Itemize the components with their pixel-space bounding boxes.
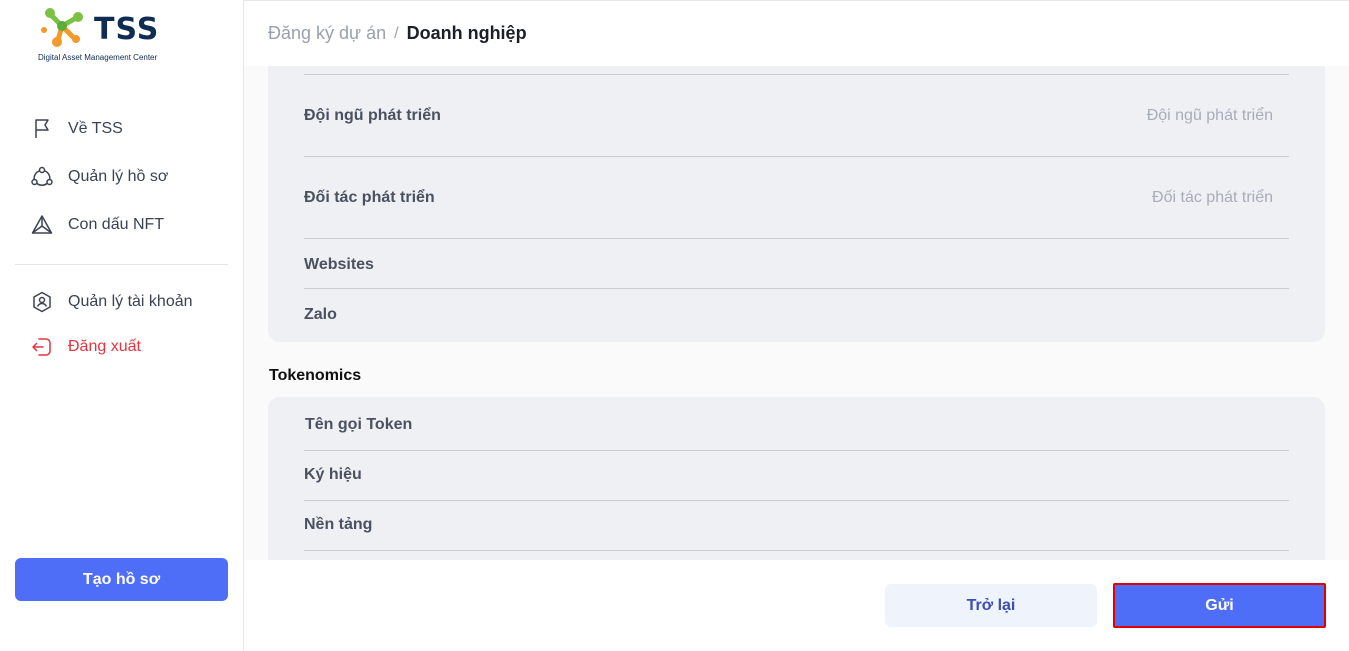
triangle-icon [31, 215, 53, 234]
create-profile-button[interactable]: Tạo hồ sơ [15, 558, 228, 601]
sidebar-divider [15, 264, 228, 265]
sidebar-item-about[interactable]: Về TSS [30, 109, 123, 149]
tokenomics-card: Tên gọi Token Ký hiệu Nền tảng [268, 397, 1325, 560]
dev-partner-label: Đối tác phát triển [304, 189, 435, 206]
form-footer: Trở lại Gửi [244, 560, 1349, 651]
form-row-symbol[interactable]: Ký hiệu [304, 451, 1289, 501]
sidebar-item-account[interactable]: Quản lý tài khoản [30, 282, 193, 322]
user-shield-icon [33, 291, 51, 313]
dev-team-label: Đội ngũ phát triển [304, 107, 441, 124]
token-name-label: Tên gọi Token [305, 416, 413, 433]
tokenomics-title: Tokenomics [269, 367, 362, 384]
form-row-dev-partner[interactable]: Đối tác phát triển Đối tác phát triển [304, 157, 1289, 239]
sidebar-item-nft-seal[interactable]: Con dấu NFT [30, 205, 164, 245]
form-row-zalo[interactable]: Zalo [304, 289, 1289, 342]
dev-team-input[interactable]: Đội ngũ phát triển [1147, 107, 1273, 125]
logo[interactable]: TSS Digital Asset Management Center [36, 4, 176, 66]
logo-name: TSS [94, 12, 160, 47]
sidebar-item-profiles[interactable]: Quản lý hồ sơ [30, 157, 168, 197]
back-button[interactable]: Trở lại [885, 584, 1097, 627]
form-row-previous [304, 66, 1289, 75]
flag-icon [35, 119, 49, 138]
breadcrumb-current: Doanh nghiệp [406, 23, 527, 43]
zalo-label: Zalo [304, 306, 337, 323]
breadcrumb-separator: / [394, 24, 399, 42]
project-info-card: Đội ngũ phát triển Đội ngũ phát triển Đố… [268, 66, 1325, 342]
logout-icon [32, 338, 51, 356]
breadcrumb-parent[interactable]: Đăng ký dự án [268, 23, 386, 44]
websites-label: Websites [304, 256, 374, 273]
sidebar: TSS Digital Asset Management Center Về T… [0, 0, 244, 651]
form-content[interactable]: Đội ngũ phát triển Đội ngũ phát triển Đố… [244, 66, 1349, 560]
logo-tagline: Digital Asset Management Center [38, 53, 158, 62]
form-row-websites[interactable]: Websites [304, 239, 1289, 289]
network-icon [31, 166, 53, 186]
form-row-dev-team[interactable]: Đội ngũ phát triển Đội ngũ phát triển [304, 75, 1289, 157]
breadcrumb: Đăng ký dự án / Doanh nghiệp [268, 23, 527, 44]
logo-icon [41, 8, 83, 47]
symbol-label: Ký hiệu [304, 466, 362, 483]
sidebar-item-label: Con dấu NFT [68, 216, 165, 233]
sidebar-item-label: Về TSS [68, 120, 123, 137]
sidebar-item-logout[interactable]: Đăng xuất [30, 327, 141, 367]
send-button[interactable]: Gửi [1113, 583, 1326, 628]
app-root: TSS Digital Asset Management Center Về T… [0, 0, 1349, 651]
page-header: Đăng ký dự án / Doanh nghiệp [244, 0, 1349, 66]
dev-partner-input[interactable]: Đối tác phát triển [1152, 189, 1273, 207]
sidebar-item-label: Đăng xuất [68, 338, 141, 355]
form-row-platform[interactable]: Nền tảng [304, 501, 1289, 551]
form-row-token-name[interactable]: Tên gọi Token [304, 397, 1289, 451]
sidebar-item-label: Quản lý tài khoản [68, 293, 193, 310]
sidebar-item-label: Quản lý hồ sơ [68, 168, 169, 185]
platform-label: Nền tảng [304, 516, 373, 533]
